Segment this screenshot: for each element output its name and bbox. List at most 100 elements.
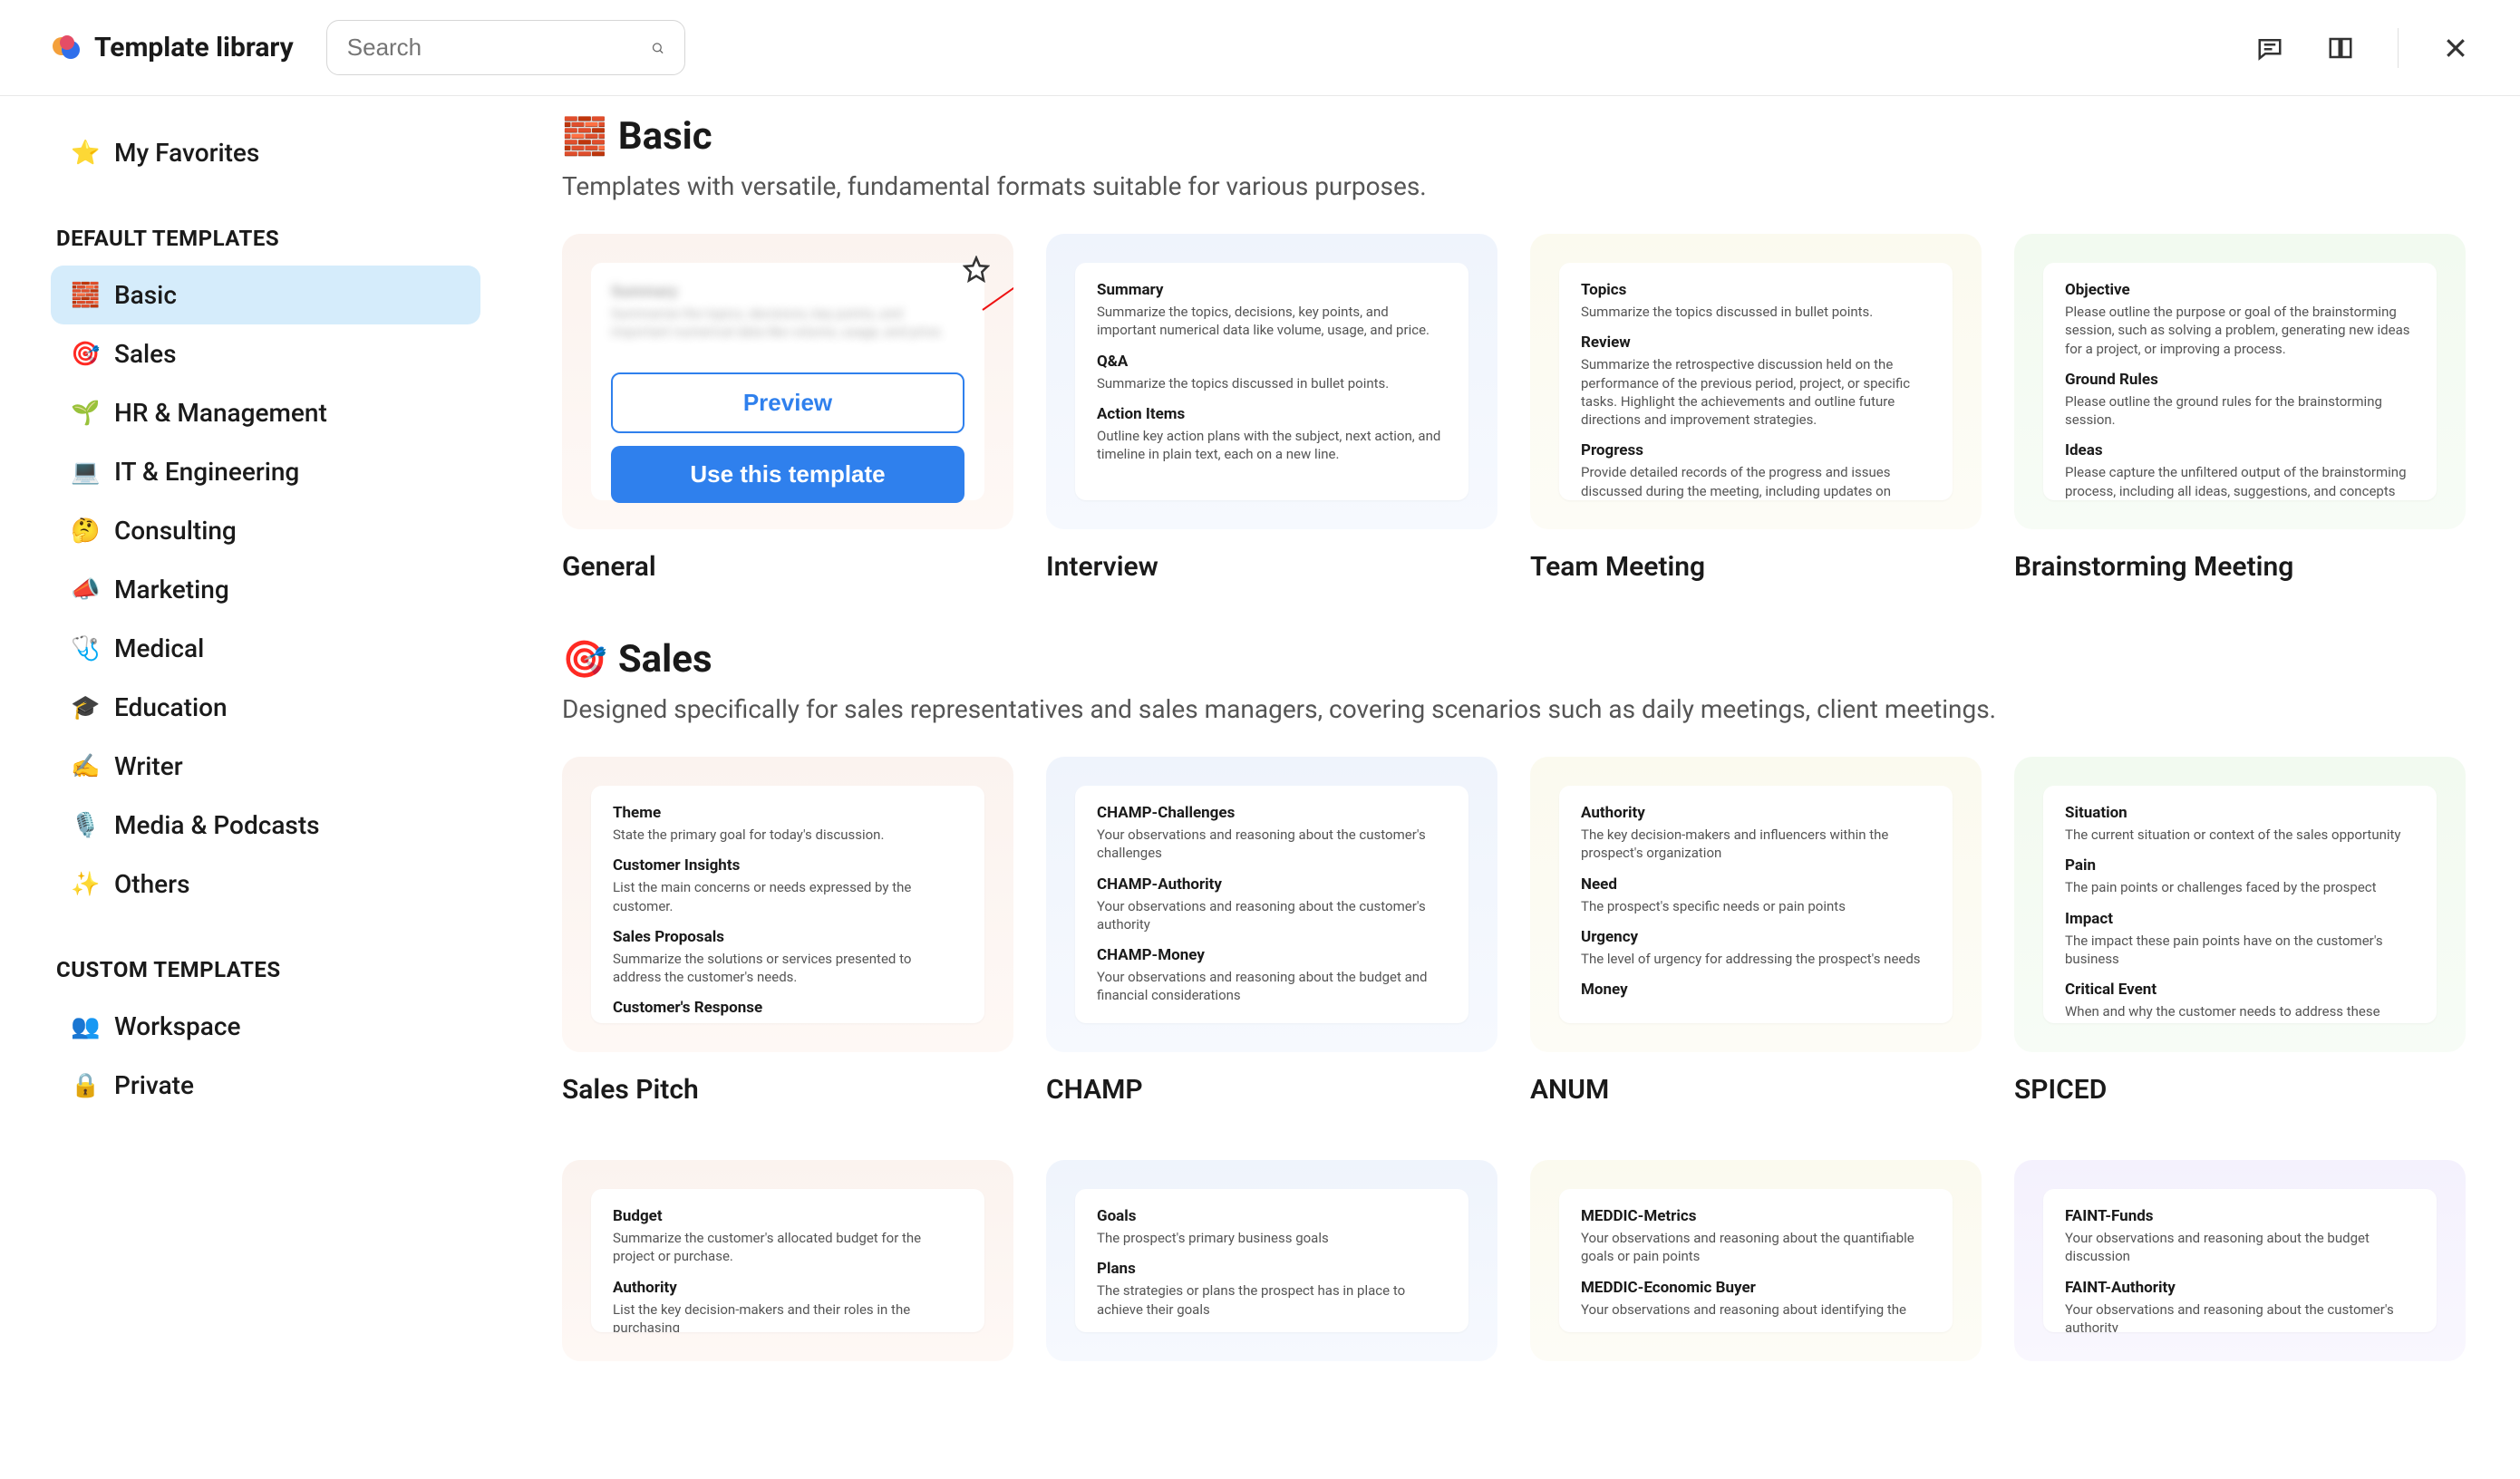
template-card[interactable]: AuthorityThe key decision-makers and inf… bbox=[1530, 757, 1982, 1106]
sidebar-item-label: Basic bbox=[114, 280, 177, 310]
card-preview: Situation The current situation or contex… bbox=[2043, 786, 2437, 1023]
preview-block-heading: Action Items bbox=[1097, 405, 1447, 423]
card-preview: MEDDIC-MetricsYour observations and reas… bbox=[1559, 1189, 1953, 1332]
sidebar-item-basic[interactable]: 🧱 Basic bbox=[51, 266, 480, 324]
sidebar-item-icon: 🤔 bbox=[71, 517, 98, 545]
preview-block-heading: Review bbox=[1581, 334, 1931, 352]
template-name: Sales Pitch bbox=[562, 1074, 1013, 1106]
sidebar-item-label: HR & Management bbox=[114, 398, 327, 428]
preview-block-text: Provide detailed records of the progress… bbox=[1581, 463, 1931, 500]
favorite-star-icon[interactable] bbox=[963, 256, 990, 283]
header: Template library bbox=[0, 0, 2520, 96]
template-name: ANUM bbox=[1530, 1074, 1982, 1106]
sidebar-item-icon: 🧱 bbox=[71, 282, 98, 309]
preview-block-heading: MEDDIC-Economic Buyer bbox=[1581, 1279, 1931, 1297]
template-card[interactable]: Summary Summarize the topics, decisions,… bbox=[562, 234, 1013, 583]
card-preview: FAINT-Funds Your observations and reasoni… bbox=[2043, 1189, 2437, 1332]
preview-block-heading: CHAMP-Money bbox=[1097, 946, 1447, 964]
use-template-button[interactable]: Use this template bbox=[611, 446, 964, 503]
template-card[interactable]: BudgetSummarize the customer's allocated… bbox=[562, 1160, 1013, 1361]
preview-button[interactable]: Preview bbox=[611, 372, 964, 433]
template-card[interactable]: MEDDIC-MetricsYour observations and reas… bbox=[1530, 1160, 1982, 1361]
logo: Template library bbox=[51, 32, 294, 64]
section-title-text: Sales bbox=[618, 637, 712, 682]
preview-block-text: Your observations and reasoning about th… bbox=[2065, 1229, 2415, 1266]
close-icon[interactable] bbox=[2442, 34, 2469, 62]
search-input[interactable] bbox=[347, 34, 651, 62]
sidebar-item-sales[interactable]: 🎯Sales bbox=[51, 324, 480, 383]
section-title: 🎯Sales bbox=[562, 637, 2466, 682]
preview-block-text: Summarize the retrospective discussion h… bbox=[1581, 355, 1931, 429]
section-desc: Templates with versatile, fundamental fo… bbox=[562, 171, 2466, 201]
sidebar-item-icon: 💻 bbox=[71, 459, 98, 486]
sidebar-item-consulting[interactable]: 🤔Consulting bbox=[51, 501, 480, 560]
preview-block-text: The prospect's primary business goals bbox=[1097, 1229, 1447, 1247]
card-preview: BudgetSummarize the customer's allocated… bbox=[591, 1189, 984, 1332]
sidebar-item-icon: 🌱 bbox=[71, 400, 98, 427]
sidebar-item-icon: 🩺 bbox=[71, 635, 98, 662]
preview-block-heading: CHAMP-Challenges bbox=[1097, 804, 1447, 822]
preview-block-heading: FAINT-Authority bbox=[2065, 1279, 2415, 1297]
template-card[interactable]: GoalsThe prospect's primary business goa… bbox=[1046, 1160, 1497, 1361]
preview-block-text: The current situation or context of the … bbox=[2065, 826, 2415, 844]
preview-block-text: When and why the customer needs to addre… bbox=[2065, 1002, 2415, 1023]
docs-icon[interactable] bbox=[2327, 34, 2354, 62]
preview-block-text: The level of urgency for addressing the … bbox=[1581, 950, 1931, 968]
sidebar-item-label: Others bbox=[114, 869, 189, 899]
preview-block-heading: Ideas bbox=[2065, 441, 2415, 459]
section-desc: Designed specifically for sales represen… bbox=[562, 694, 2466, 724]
preview-block-heading: Theme bbox=[613, 804, 963, 822]
sidebar-item-hr-management[interactable]: 🌱 HR & Management bbox=[51, 383, 480, 442]
sidebar-favorites[interactable]: ⭐My Favorites bbox=[51, 123, 480, 182]
preview-block-text: Summarize the solutions or services pres… bbox=[613, 950, 963, 987]
template-name: General bbox=[562, 551, 1013, 583]
card-preview: Theme State the primary goal for today's … bbox=[591, 786, 984, 1023]
preview-block-text: Summarize the topics, decisions, key poi… bbox=[1097, 303, 1447, 340]
preview-block-text: Your observations and reasoning about th… bbox=[2065, 1300, 2415, 1333]
preview-block-heading: Situation bbox=[2065, 804, 2415, 822]
template-card[interactable]: Topics Summarize the topics discussed in … bbox=[1530, 234, 1982, 583]
sidebar-item-writer[interactable]: ✍️Writer bbox=[51, 737, 480, 796]
search-box[interactable] bbox=[326, 20, 685, 75]
sidebar-item-medical[interactable]: 🩺Medical bbox=[51, 619, 480, 678]
preview-block-text: Summarize the customer's allocated budge… bbox=[613, 1229, 963, 1266]
sidebar-item-workspace[interactable]: 👥Workspace bbox=[51, 997, 480, 1056]
template-card[interactable]: Situation The current situation or contex… bbox=[2014, 757, 2466, 1106]
sidebar-heading-custom: CUSTOM TEMPLATES bbox=[51, 946, 480, 997]
preview-block-heading: Topics bbox=[1581, 281, 1931, 299]
template-card[interactable]: Summary Summarize the topics, decisions, … bbox=[1046, 234, 1497, 583]
sidebar-item-private[interactable]: 🔒Private bbox=[51, 1056, 480, 1115]
sidebar-item-education[interactable]: 🎓Education bbox=[51, 678, 480, 737]
feedback-icon[interactable] bbox=[2256, 34, 2283, 62]
sidebar-item-marketing[interactable]: 📣Marketing bbox=[51, 560, 480, 619]
card-preview: Summary Summarize the topics, decisions, … bbox=[1075, 263, 1468, 500]
preview-block-heading: Customer Insights bbox=[613, 856, 963, 875]
sidebar: ⭐My FavoritesDEFAULT TEMPLATES🧱Basic🎯Sal… bbox=[0, 96, 508, 1479]
section-title-text: Basic bbox=[618, 114, 712, 159]
sidebar-item-label: IT & Engineering bbox=[114, 457, 299, 487]
template-name: Brainstorming Meeting bbox=[2014, 551, 2466, 583]
card-preview: AuthorityThe key decision-makers and inf… bbox=[1559, 786, 1953, 1023]
sidebar-item-label: Marketing bbox=[114, 575, 229, 604]
preview-block-heading: Summary bbox=[1097, 281, 1447, 299]
sidebar-item-others[interactable]: ✨Others bbox=[51, 855, 480, 914]
template-card[interactable]: CHAMP-ChallengesYour observations and re… bbox=[1046, 757, 1497, 1106]
sidebar-item-icon: 🎯 bbox=[71, 341, 98, 368]
header-actions bbox=[2256, 28, 2469, 68]
template-card[interactable]: ObjectivePlease outline the purpose or g… bbox=[2014, 234, 2466, 583]
sidebar-item-label: Workspace bbox=[114, 1011, 240, 1041]
sidebar-item-it-engineering[interactable]: 💻 IT & Engineering bbox=[51, 442, 480, 501]
preview-block-heading: Customer's Response bbox=[613, 999, 963, 1017]
preview-block-heading: FAINT-Funds bbox=[2065, 1207, 2415, 1225]
app-logo-icon bbox=[51, 32, 83, 64]
template-card[interactable]: Theme State the primary goal for today's … bbox=[562, 757, 1013, 1106]
header-divider bbox=[2398, 28, 2399, 68]
preview-block-heading: Objective bbox=[2065, 281, 2415, 299]
template-name: Team Meeting bbox=[1530, 551, 1982, 583]
preview-block-text: Summarize the topics discussed in bullet… bbox=[1581, 303, 1931, 321]
sidebar-item-media-podcasts[interactable]: 🎙️Media & Podcasts bbox=[51, 796, 480, 855]
preview-block-heading: MEDDIC-Metrics bbox=[1581, 1207, 1931, 1225]
template-card[interactable]: FAINT-Funds Your observations and reasoni… bbox=[2014, 1160, 2466, 1361]
preview-block-text: State the primary goal for today's discu… bbox=[613, 826, 963, 844]
preview-block-text: The pain points or challenges faced by t… bbox=[2065, 878, 2415, 896]
